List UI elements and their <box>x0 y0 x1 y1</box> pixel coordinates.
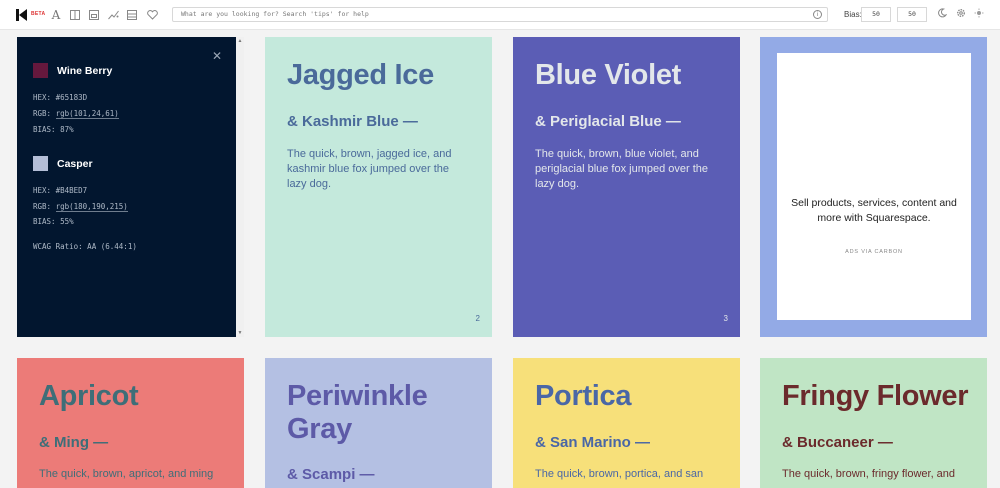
card-subtitle: & Ming — <box>39 434 109 451</box>
scroll-down-arrow-icon[interactable]: ▼ <box>236 330 244 336</box>
scroll-up-arrow-icon[interactable]: ▲ <box>236 38 244 44</box>
sun-icon[interactable] <box>973 8 985 20</box>
list-icon[interactable] <box>124 7 140 23</box>
hex-secondary: HEX: #B4BED7 <box>33 186 88 195</box>
dark-mode-moon-icon[interactable] <box>936 8 948 20</box>
bias-left-input[interactable]: 50 <box>861 7 891 22</box>
bias-right-input[interactable]: 50 <box>897 7 927 22</box>
top-toolbar: BETA A What are you looking for? Search … <box>0 0 1000 30</box>
card-subtitle: & Scampi — <box>287 466 375 483</box>
card-description: The quick, brown, blue violet, and perig… <box>535 148 709 190</box>
gradient-icon[interactable] <box>105 7 121 23</box>
rgb-secondary-link[interactable]: rgb(180,190,215) <box>55 202 128 212</box>
close-icon[interactable]: ✕ <box>212 50 222 62</box>
card-subtitle: & San Marino — <box>535 434 651 451</box>
card-title: Apricot <box>39 380 139 412</box>
palette-card[interactable]: Jagged Ice & Kashmir Blue — The quick, b… <box>265 37 492 337</box>
card-description: The quick, brown, jagged ice, and kashmi… <box>287 148 452 190</box>
card-description: The quick, brown, apricot, and ming <box>39 468 214 480</box>
search-placeholder: What are you looking for? Search 'tips' … <box>181 10 369 18</box>
palette-card[interactable]: Periwinkle Gray & Scampi — <box>265 358 492 488</box>
color-info-panel: ✕ Wine Berry HEX: #65183D RGB: rgb(101,2… <box>17 37 236 337</box>
bias-secondary: BIAS: 55% <box>33 217 74 226</box>
ad-text[interactable]: Sell products, services, content and mor… <box>791 196 957 226</box>
rgb-label: RGB: <box>33 202 56 211</box>
card-title: Jagged Ice <box>287 59 434 91</box>
palette-card[interactable]: Fringy Flower & Buccaneer — The quick, b… <box>760 358 987 488</box>
card-title: Blue Violet <box>535 59 682 91</box>
palette-card[interactable]: Blue Violet & Periglacial Blue — The qui… <box>513 37 740 337</box>
bias-label: Bias: <box>844 10 862 19</box>
card-number: 2 <box>475 314 480 323</box>
card-subtitle: & Kashmir Blue — <box>287 113 418 130</box>
search-input[interactable]: What are you looking for? Search 'tips' … <box>172 7 828 22</box>
card-title: Periwinkle Gray <box>287 380 428 445</box>
card-description: The quick, brown, portica, and san <box>535 468 704 480</box>
ads-via-carbon-link[interactable]: ADS VIA CARBON <box>777 249 971 255</box>
rgb-primary-link[interactable]: rgb(101,24,61) <box>55 109 119 119</box>
heart-icon[interactable] <box>144 7 160 23</box>
card-subtitle: & Periglacial Blue — <box>535 113 681 130</box>
card-number: 3 <box>723 314 728 323</box>
palette-card[interactable]: Portica & San Marino — The quick, brown,… <box>513 358 740 488</box>
card-subtitle: & Buccaneer — <box>782 434 893 451</box>
color-name-primary: Wine Berry <box>57 65 113 77</box>
color-swatch-primary <box>33 63 48 78</box>
palette-card[interactable]: Apricot & Ming — The quick, brown, apric… <box>17 358 244 488</box>
bias-primary: BIAS: 87% <box>33 125 74 134</box>
layout-grid-icon[interactable] <box>86 7 102 23</box>
card-title: Fringy Flower <box>782 380 969 412</box>
ad-content[interactable]: Sell products, services, content and mor… <box>777 53 971 320</box>
card-description: The quick, brown, fringy flower, and <box>782 468 956 480</box>
settings-gear-icon[interactable] <box>955 8 967 20</box>
font-icon[interactable]: A <box>48 7 64 23</box>
panel-scrollbar[interactable]: ▲ ▼ <box>236 37 244 337</box>
info-icon[interactable]: i <box>813 9 822 19</box>
wcag-ratio: WCAG Ratio: AA (6.44:1) <box>33 242 137 251</box>
color-name-secondary: Casper <box>57 158 93 170</box>
beta-badge: BETA <box>31 11 46 17</box>
rgb-primary-row: RGB: rgb(101,24,61) <box>33 109 119 119</box>
card-title: Portica <box>535 380 632 412</box>
rgb-label: RGB: <box>33 109 56 118</box>
layout-columns-icon[interactable] <box>67 7 83 23</box>
carbon-ad[interactable]: Sell products, services, content and mor… <box>760 37 987 337</box>
rgb-secondary-row: RGB: rgb(180,190,215) <box>33 202 128 212</box>
logo-icon[interactable] <box>16 9 28 21</box>
color-swatch-secondary <box>33 156 48 171</box>
hex-primary: HEX: #65183D <box>33 93 88 102</box>
